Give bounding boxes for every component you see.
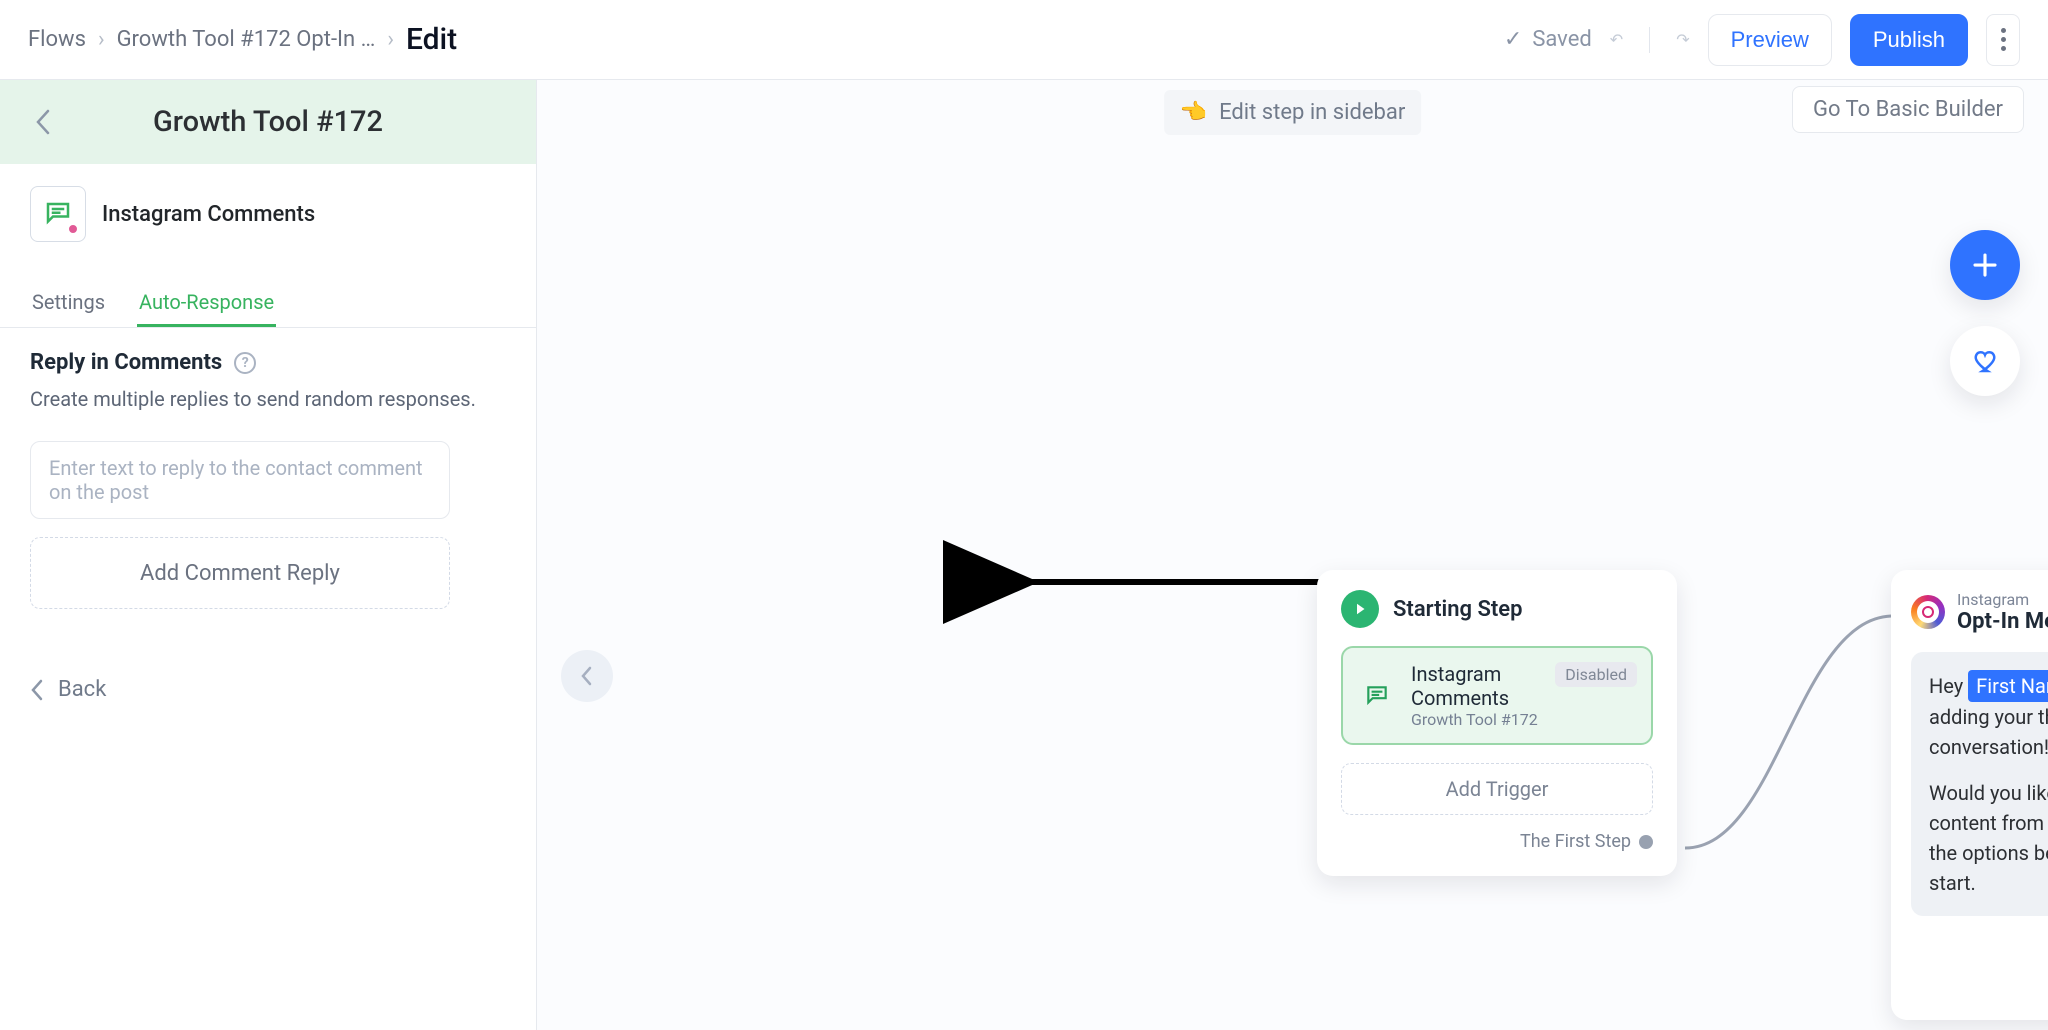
redo-icon[interactable]: ↷ <box>1676 30 1689 49</box>
trigger-card[interactable]: Instagram Comments Growth Tool #172 Disa… <box>1341 646 1653 745</box>
hint-pill: 👈 Edit step in sidebar <box>1164 90 1422 135</box>
undo-icon[interactable]: ↶ <box>1610 30 1623 49</box>
merge-tag-first-name: First Name <box>1968 670 2048 702</box>
msg-greeting: Hey <box>1929 674 1968 698</box>
chevron-right-icon: › <box>98 27 105 52</box>
breadcrumb: Flows › Growth Tool #172 Opt-In … › Edit <box>28 22 457 57</box>
sidebar-feature-title: Instagram Comments <box>102 202 315 227</box>
msg-line2: Would you like to receive additional con… <box>1929 778 2048 898</box>
reply-input[interactable]: Enter text to reply to the contact comme… <box>30 441 450 519</box>
preview-button[interactable]: Preview <box>1708 14 1832 66</box>
trigger-title-line1: Instagram <box>1411 662 1538 686</box>
add-comment-reply-button[interactable]: Add Comment Reply <box>30 537 450 609</box>
breadcrumb-folder[interactable]: Growth Tool #172 Opt-In … <box>117 27 376 52</box>
comment-icon <box>30 186 86 242</box>
flow-canvas: 👈 Edit step in sidebar Go To Basic Build… <box>537 80 2048 1030</box>
comment-icon <box>1359 678 1395 714</box>
optin-platform: Instagram <box>1957 590 2048 609</box>
status-badge: Disabled <box>1555 662 1637 687</box>
back-label: Back <box>58 677 106 702</box>
status-saved: ✓ Saved <box>1504 27 1592 52</box>
sidebar: Growth Tool #172 Instagram Comments <box>0 80 537 1030</box>
add-trigger-button[interactable]: Add Trigger <box>1341 763 1653 815</box>
saved-label: Saved <box>1532 27 1591 52</box>
chevron-left-icon[interactable] <box>28 106 60 138</box>
sidebar-title: Growth Tool #172 <box>78 105 458 139</box>
optin-title: Opt-In Message <box>1957 609 2048 634</box>
hint-text: Edit step in sidebar <box>1219 100 1405 125</box>
favorite-fab[interactable] <box>1950 326 2020 396</box>
collapse-sidebar-button[interactable] <box>561 650 613 702</box>
reply-placeholder: Enter text to reply to the contact comme… <box>49 456 431 504</box>
go-to-basic-builder-button[interactable]: Go To Basic Builder <box>1792 86 2024 133</box>
chevron-right-icon: › <box>387 27 394 52</box>
first-step-label: The First Step <box>1520 831 1631 852</box>
node-starting-step[interactable]: Starting Step Instagram Comments Growth … <box>1317 570 1677 876</box>
help-icon[interactable]: ? <box>234 352 256 374</box>
publish-button[interactable]: Publish <box>1850 14 1968 66</box>
message-body: Hey First Name ! Thank you for adding yo… <box>1911 652 2048 916</box>
section-title: Reply in Comments <box>30 350 222 375</box>
back-link[interactable]: Back <box>30 677 536 702</box>
more-menu[interactable] <box>1986 14 2020 66</box>
add-node-fab[interactable] <box>1950 230 2020 300</box>
point-left-icon: 👈 <box>1180 100 1207 125</box>
section-desc: Create multiple replies to send random r… <box>30 387 506 411</box>
tab-settings[interactable]: Settings <box>30 280 107 327</box>
instagram-dot-icon <box>67 223 79 235</box>
starting-step-title: Starting Step <box>1393 597 1523 622</box>
breadcrumb-root[interactable]: Flows <box>28 27 86 52</box>
trigger-subtitle: Growth Tool #172 <box>1411 710 1538 729</box>
instagram-icon <box>1911 595 1945 629</box>
play-icon <box>1341 590 1379 628</box>
undo-redo-group: ↶ ↷ <box>1610 27 1690 53</box>
node-optin[interactable]: Instagram Opt-In Message Hey First Name … <box>1891 570 2048 1020</box>
out-port[interactable] <box>1639 835 1653 849</box>
separator <box>1649 27 1650 53</box>
check-icon: ✓ <box>1504 27 1522 52</box>
trigger-title-line2: Comments <box>1411 686 1538 710</box>
tab-auto-response[interactable]: Auto-Response <box>137 280 276 327</box>
breadcrumb-page: Edit <box>406 22 457 57</box>
